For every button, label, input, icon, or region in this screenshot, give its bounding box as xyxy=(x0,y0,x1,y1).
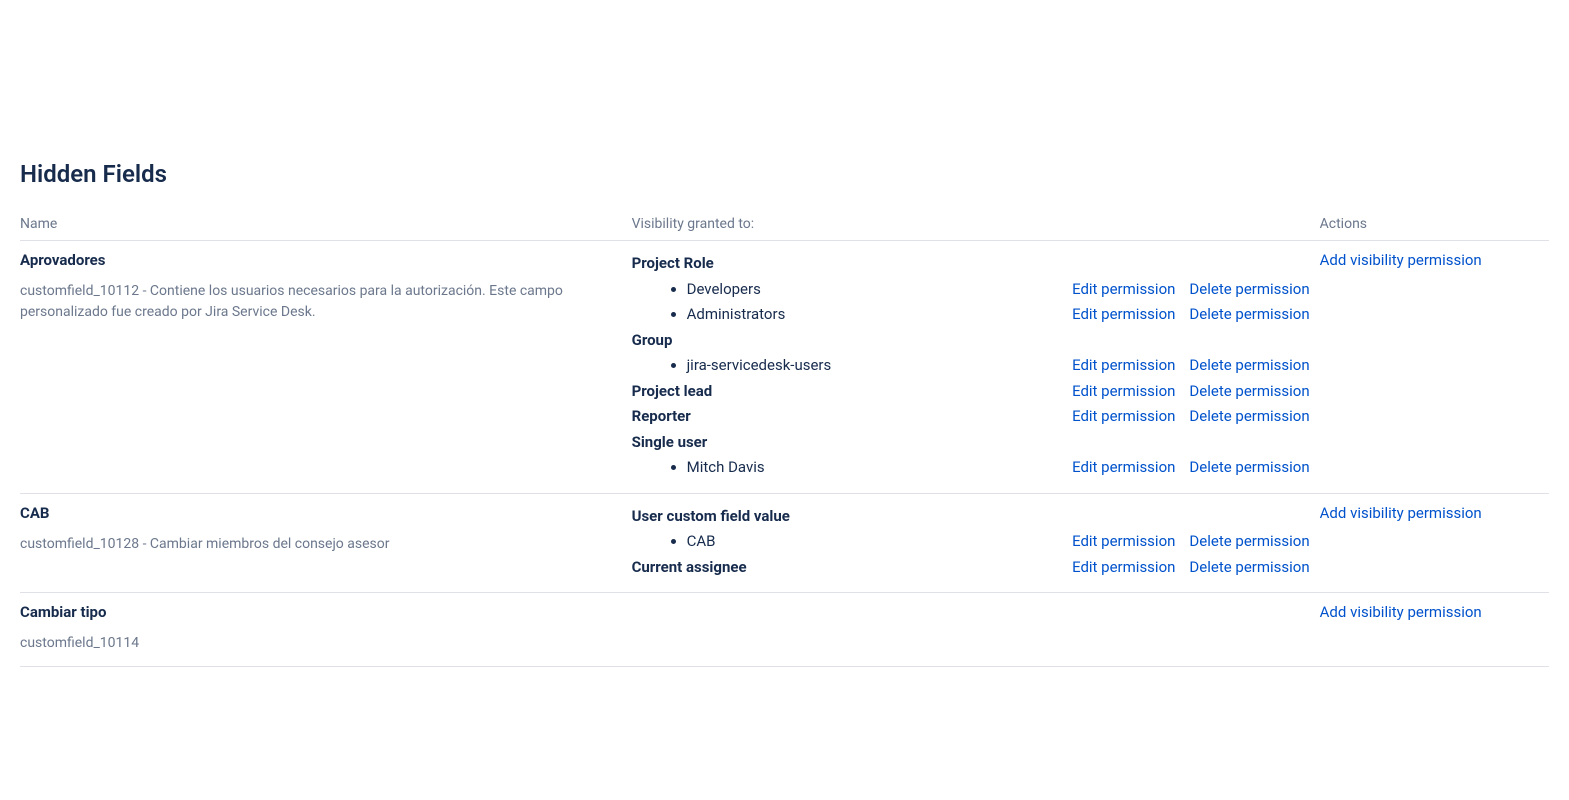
visibility-group-label: Current assignee xyxy=(632,555,747,581)
edit-permission-link[interactable]: Edit permission xyxy=(1072,302,1175,328)
column-header-visibility: Visibility granted to: xyxy=(632,208,1320,241)
visibility-group-label: Project Role xyxy=(632,251,714,277)
delete-permission-link[interactable]: Delete permission xyxy=(1189,455,1309,481)
visibility-item: DevelopersEdit permission Delete permissi… xyxy=(687,277,1310,303)
table-row: Aprovadores customfield_10112 - Contiene … xyxy=(20,241,1549,494)
visibility-group-label: Single user xyxy=(632,430,708,456)
visibility-item-label: Developers xyxy=(687,277,1072,303)
delete-permission-link[interactable]: Delete permission xyxy=(1189,379,1309,405)
delete-permission-link[interactable]: Delete permission xyxy=(1189,353,1309,379)
visibility-item: jira-servicedesk-usersEdit permission Del… xyxy=(687,353,1310,379)
table-row: CAB customfield_10128 - Cambiar miembros … xyxy=(20,493,1549,593)
column-header-name: Name xyxy=(20,208,632,241)
visibility-item: AdministratorsEdit permission Delete perm… xyxy=(687,302,1310,328)
edit-permission-link[interactable]: Edit permission xyxy=(1072,455,1175,481)
visibility-group-label: User custom field value xyxy=(632,504,790,530)
delete-permission-link[interactable]: Delete permission xyxy=(1189,555,1309,581)
visibility-item: CABEdit permission Delete permission xyxy=(687,529,1310,555)
edit-permission-link[interactable]: Edit permission xyxy=(1072,379,1175,405)
field-description: customfield_10114 xyxy=(20,633,580,654)
visibility-group-label: Project lead xyxy=(632,379,713,405)
column-header-actions: Actions xyxy=(1320,208,1549,241)
page-title: Hidden Fields xyxy=(20,160,1549,188)
field-name: Aprovadores xyxy=(20,251,622,269)
edit-permission-link[interactable]: Edit permission xyxy=(1072,529,1175,555)
delete-permission-link[interactable]: Delete permission xyxy=(1189,529,1309,555)
field-name: CAB xyxy=(20,504,622,522)
add-visibility-permission-link[interactable]: Add visibility permission xyxy=(1320,251,1482,269)
delete-permission-link[interactable]: Delete permission xyxy=(1189,277,1309,303)
visibility-item-label: CAB xyxy=(687,529,1072,555)
add-visibility-permission-link[interactable]: Add visibility permission xyxy=(1320,504,1482,522)
edit-permission-link[interactable]: Edit permission xyxy=(1072,353,1175,379)
visibility-item: Mitch DavisEdit permission Delete permiss… xyxy=(687,455,1310,481)
hidden-fields-table: Name Visibility granted to: Actions Apro… xyxy=(20,208,1549,667)
delete-permission-link[interactable]: Delete permission xyxy=(1189,404,1309,430)
table-row: Cambiar tipo customfield_10114 Add visibil… xyxy=(20,593,1549,667)
edit-permission-link[interactable]: Edit permission xyxy=(1072,555,1175,581)
visibility-item-label: Mitch Davis xyxy=(687,455,1072,481)
delete-permission-link[interactable]: Delete permission xyxy=(1189,302,1309,328)
visibility-group-label: Group xyxy=(632,328,673,354)
field-description: customfield_10112 - Contiene los usuario… xyxy=(20,281,580,323)
field-name: Cambiar tipo xyxy=(20,603,622,621)
add-visibility-permission-link[interactable]: Add visibility permission xyxy=(1320,603,1482,621)
edit-permission-link[interactable]: Edit permission xyxy=(1072,404,1175,430)
visibility-item-label: Administrators xyxy=(687,302,1072,328)
edit-permission-link[interactable]: Edit permission xyxy=(1072,277,1175,303)
visibility-group-label: Reporter xyxy=(632,404,691,430)
visibility-item-label: jira-servicedesk-users xyxy=(687,353,1072,379)
field-description: customfield_10128 - Cambiar miembros del… xyxy=(20,534,580,555)
